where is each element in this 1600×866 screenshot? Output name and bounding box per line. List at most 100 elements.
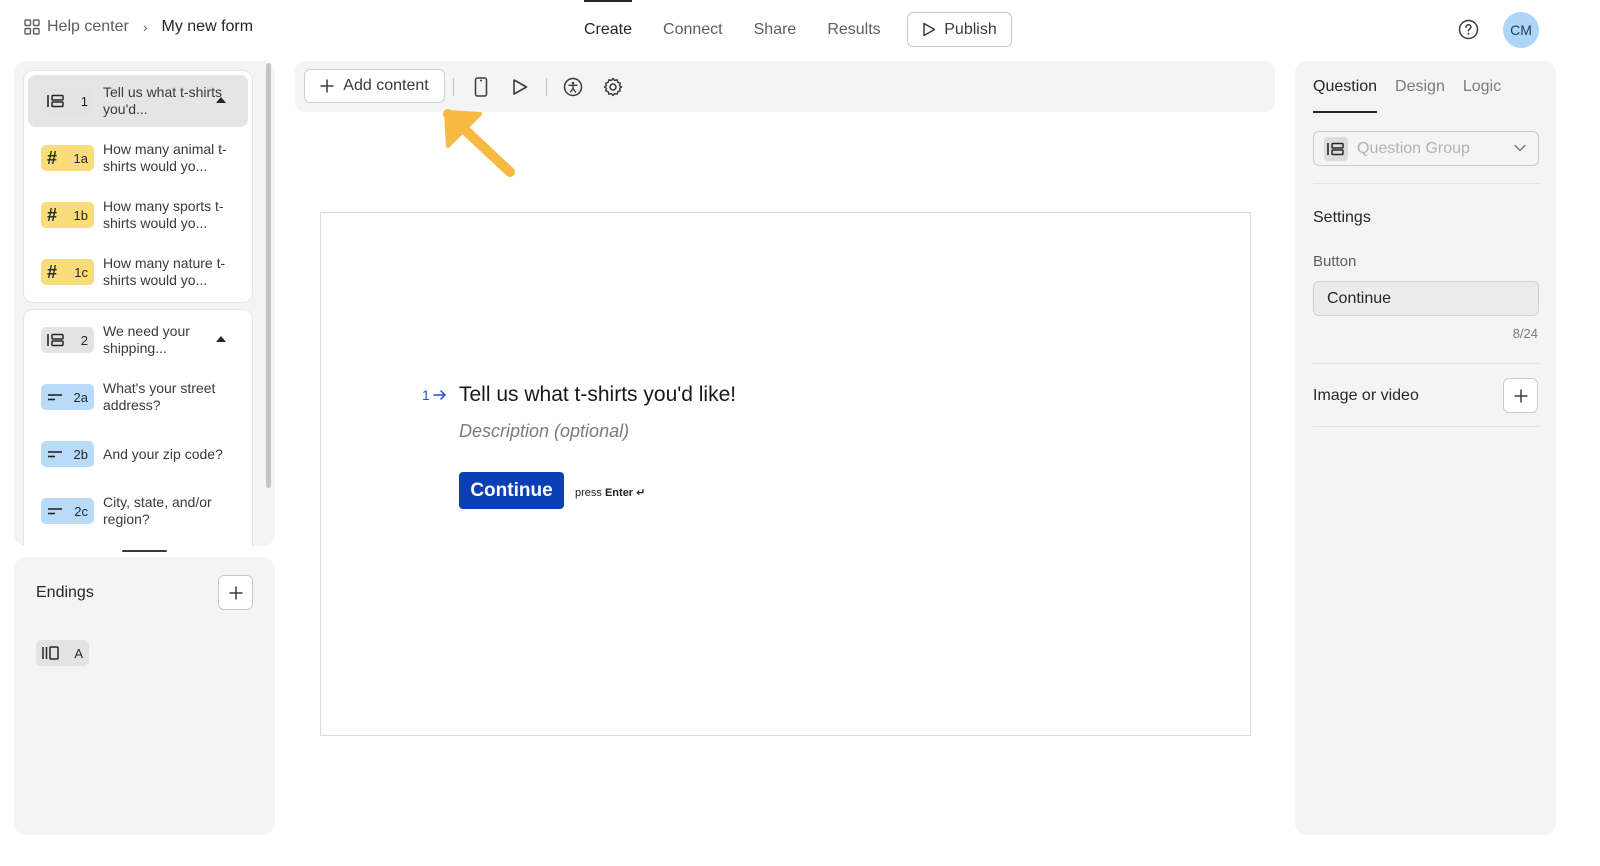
number-icon: # [47, 204, 58, 225]
divider [1313, 183, 1539, 184]
arrow-right-icon [433, 390, 446, 400]
question-item-label: What's your street address? [103, 380, 216, 413]
question-badge-number: 2b [73, 446, 88, 462]
tab-results[interactable]: Results [827, 0, 880, 60]
chevron-down-icon [1514, 144, 1526, 152]
question-badge: # 1c [41, 259, 94, 285]
mobile-preview-icon[interactable] [470, 76, 492, 98]
question-type-select[interactable]: Question Group [1313, 131, 1539, 166]
question-number: 1 [422, 387, 447, 403]
question-badge-number: 1b [73, 207, 88, 223]
question-badge-number: 1a [73, 150, 88, 166]
number-icon: # [47, 261, 58, 282]
publish-button[interactable]: Publish [907, 12, 1012, 47]
breadcrumb: Help center › My new form [24, 18, 253, 36]
endings-title: Endings [36, 584, 94, 601]
question-title[interactable]: Tell us what t-shirts you'd like! [459, 383, 736, 407]
question-badge: 2a [41, 384, 94, 410]
collapse-caret-icon[interactable] [216, 336, 226, 342]
short-text-icon [48, 508, 62, 515]
question-item-2c[interactable]: 2c City, state, and/or region? [28, 485, 248, 537]
publish-label: Publish [944, 20, 997, 38]
question-item-label: How many sports t-shirts would yo... [103, 198, 224, 231]
question-number-value: 1 [422, 387, 430, 403]
preview-play-icon[interactable] [509, 76, 531, 98]
divider [1313, 426, 1539, 427]
short-text-icon [48, 394, 62, 401]
question-badge-number: 1 [80, 93, 88, 109]
divider [1313, 363, 1539, 364]
question-settings-panel: Question Design Logic Question Group Set… [1295, 61, 1556, 835]
endings-panel: Endings A [14, 557, 275, 835]
top-bar: Help center › My new form Create Connect… [0, 0, 1600, 60]
question-item-label: And your zip code? [103, 445, 223, 462]
press-enter-hint: press Enter ↵ [575, 486, 645, 499]
tab-share[interactable]: Share [754, 0, 797, 60]
add-content-button[interactable]: Add content [304, 69, 445, 103]
number-icon: # [47, 147, 58, 168]
question-badge: 2 [41, 327, 94, 353]
question-badge: 2c [41, 498, 94, 524]
continue-button[interactable]: Continue [459, 472, 564, 509]
tab-connect[interactable]: Connect [663, 0, 723, 60]
button-setting-label: Button [1313, 253, 1357, 270]
grid-icon [24, 19, 40, 35]
settings-title: Settings [1313, 209, 1371, 226]
question-item-label: How many animal t-shirts would yo... [103, 141, 227, 174]
question-badge-number: 1c [74, 264, 88, 280]
avatar[interactable]: CM [1503, 12, 1539, 48]
ending-item-a[interactable]: A [36, 640, 89, 666]
question-item-label: How many nature t-shirts would yo... [103, 255, 226, 288]
scrollbar-thumb[interactable] [266, 63, 271, 488]
button-text-input[interactable] [1313, 281, 1539, 316]
question-description-placeholder[interactable]: Description (optional) [459, 421, 629, 442]
tab-question[interactable]: Question [1313, 77, 1378, 113]
ending-badge: A [36, 640, 89, 666]
main-nav: Create Connect Share Results [584, 0, 912, 60]
tab-create[interactable]: Create [584, 0, 633, 60]
question-item-1c[interactable]: # 1c How many nature t-shirts would yo..… [28, 246, 248, 298]
help-icon[interactable] [1458, 19, 1479, 40]
toolbar-divider [546, 78, 547, 96]
question-badge: # 1a [41, 145, 94, 171]
question-item-2b[interactable]: 2b And your zip code? [28, 428, 248, 480]
add-ending-button[interactable] [218, 575, 253, 610]
ending-icon [42, 646, 59, 660]
question-badge: # 1b [41, 202, 94, 228]
plus-icon [1514, 389, 1527, 402]
image-or-video-label: Image or video [1313, 387, 1419, 404]
tab-logic[interactable]: Logic [1463, 77, 1501, 113]
plus-icon [229, 586, 242, 599]
question-item-label: City, state, and/or region? [103, 494, 212, 527]
question-item-2a[interactable]: 2a What's your street address? [28, 371, 248, 423]
settings-gear-icon[interactable] [602, 76, 624, 98]
breadcrumb-form-name[interactable]: My new form [162, 18, 254, 36]
breadcrumb-separator: › [142, 19, 148, 35]
question-group-icon [47, 94, 64, 108]
question-group-icon [47, 333, 64, 347]
play-icon [923, 22, 936, 37]
question-type-label: Question Group [1357, 139, 1470, 157]
toolbar-divider [453, 78, 454, 96]
question-badge-number: 2a [73, 389, 88, 405]
tab-design[interactable]: Design [1395, 77, 1445, 113]
question-item-2[interactable]: 2 We need your shipping... [28, 314, 248, 366]
resize-handle[interactable] [122, 550, 167, 552]
question-badge: 2b [41, 441, 94, 467]
enter-key-label: Enter ↵ [604, 487, 646, 499]
collapse-caret-icon[interactable] [216, 97, 226, 103]
question-item-1[interactable]: 1 Tell us what t-shirts you'd... [28, 75, 248, 127]
character-count: 8/24 [1512, 326, 1538, 341]
question-badge-number: 2c [74, 503, 88, 519]
breadcrumb-home-link[interactable]: Help center [47, 18, 129, 36]
question-badge: 1 [41, 88, 94, 114]
press-label: press [575, 487, 602, 499]
question-badge-number: 2 [80, 332, 88, 348]
add-image-video-button[interactable] [1503, 378, 1538, 413]
question-group-icon [1324, 136, 1348, 161]
editor-toolbar: Add content [295, 61, 1275, 112]
accessibility-icon[interactable] [562, 76, 584, 98]
question-item-1a[interactable]: # 1a How many animal t-shirts would yo..… [28, 132, 248, 184]
question-item-1b[interactable]: # 1b How many sports t-shirts would yo..… [28, 189, 248, 241]
question-item-label: We need your shipping... [103, 323, 190, 356]
